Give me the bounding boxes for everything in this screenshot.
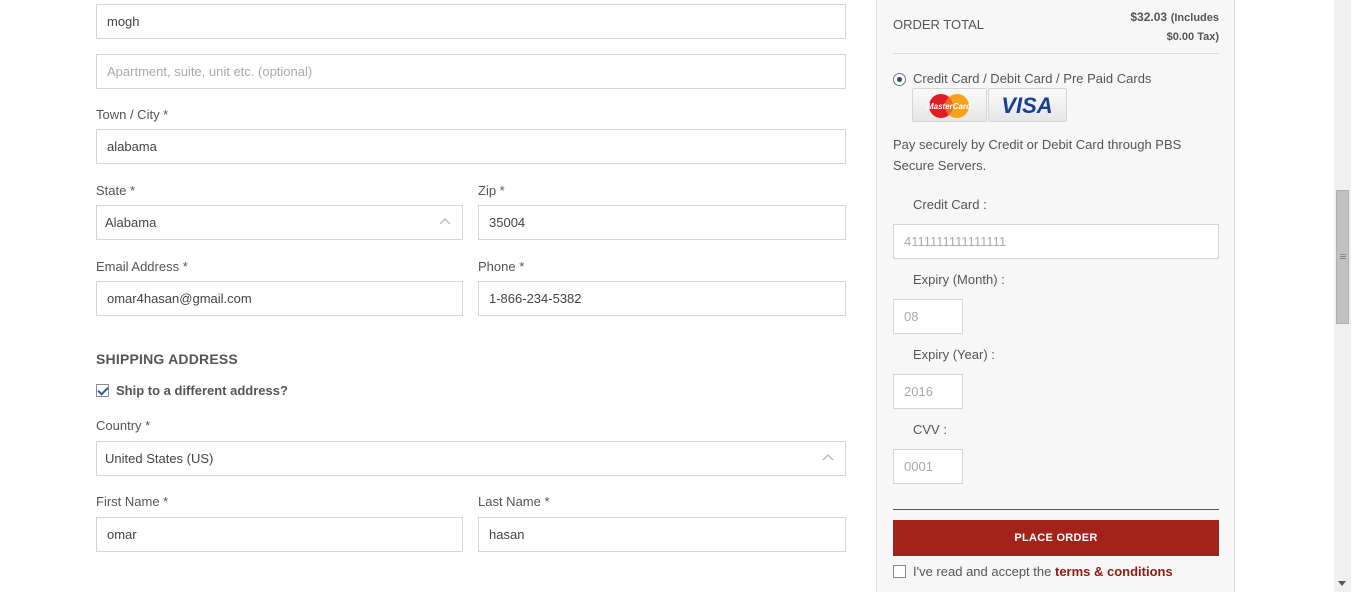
terms-checkbox[interactable] xyxy=(893,565,906,578)
visa-logo-text: VISA xyxy=(1001,93,1052,118)
visa-logo: VISA xyxy=(988,88,1067,122)
order-total-label: ORDER TOTAL xyxy=(893,17,985,32)
state-label: State * xyxy=(96,183,136,198)
city-label: Town / City * xyxy=(96,107,169,122)
state-select-value: Alabama xyxy=(105,215,157,230)
zip-label: Zip * xyxy=(478,183,505,198)
chevron-up-icon xyxy=(822,454,834,461)
ship-different-label[interactable]: Ship to a different address? xyxy=(116,383,288,398)
payment-method-label[interactable]: Credit Card / Debit Card / Pre Paid Card… xyxy=(913,71,1151,86)
mastercard-logo: MasterCard xyxy=(912,88,987,122)
phone-input[interactable]: 1-866-234-5382 xyxy=(478,281,846,316)
shipping-address-heading: SHIPPING ADDRESS xyxy=(96,351,238,367)
ship-different-checkbox[interactable] xyxy=(96,384,109,397)
address-line2-input[interactable]: Apartment, suite, unit etc. (optional) xyxy=(96,54,846,89)
scroll-down-arrow-icon[interactable] xyxy=(1338,581,1346,586)
window-edge xyxy=(1351,0,1366,592)
email-label: Email Address * xyxy=(96,259,188,274)
visa-icon: VISA xyxy=(1001,93,1052,118)
order-total-includes: (Includes xyxy=(1170,12,1219,24)
place-order-divider xyxy=(893,509,1219,510)
cvv-label: CVV : xyxy=(913,422,947,437)
first-name-input[interactable]: omar xyxy=(96,517,463,552)
chevron-up-icon xyxy=(439,218,451,225)
order-total-tax: $0.00 Tax) xyxy=(1166,31,1219,43)
phone-label: Phone * xyxy=(478,259,525,274)
credit-card-label: Credit Card : xyxy=(913,197,987,212)
expiry-month-label: Expiry (Month) : xyxy=(913,272,1005,287)
last-name-label: Last Name * xyxy=(478,494,550,509)
order-total-amount: $32.03 (Includes $0.00 Tax) xyxy=(1080,8,1219,46)
scroll-grip-icon xyxy=(1340,254,1346,255)
mastercard-icon: MasterCard xyxy=(927,94,972,118)
last-name-input[interactable]: hasan xyxy=(478,517,846,552)
payment-method-radio[interactable] xyxy=(893,73,906,86)
expiry-month-input[interactable]: 08 xyxy=(893,299,963,334)
mastercard-logo-text: MasterCard xyxy=(927,102,972,111)
credit-card-input[interactable]: 4111111111111111 xyxy=(893,224,1219,259)
payment-description: Pay securely by Credit or Debit Card thr… xyxy=(893,137,1182,173)
state-select[interactable]: Alabama xyxy=(96,205,463,240)
country-select[interactable]: United States (US) xyxy=(96,441,846,476)
city-input[interactable]: alabama xyxy=(96,129,846,164)
expiry-year-input[interactable]: 2016 xyxy=(893,374,963,409)
order-total-value: $32.03 xyxy=(1130,10,1168,24)
address-line1-input[interactable]: mogh xyxy=(96,4,846,39)
cvv-input[interactable]: 0001 xyxy=(893,449,963,484)
first-name-label: First Name * xyxy=(96,494,169,509)
terms-link[interactable]: terms & conditions xyxy=(1055,564,1173,579)
terms-prefix: I've read and accept the xyxy=(913,564,1052,579)
order-total-divider xyxy=(893,53,1219,54)
email-input[interactable]: omar4hasan@gmail.com xyxy=(96,281,463,316)
zip-input[interactable]: 35004 xyxy=(478,205,846,240)
expiry-year-label: Expiry (Year) : xyxy=(913,347,995,362)
place-order-button[interactable]: PLACE ORDER xyxy=(893,520,1219,556)
terms-text: I've read and accept the terms & conditi… xyxy=(913,564,1173,579)
country-select-value: United States (US) xyxy=(105,451,214,466)
scrollbar-thumb[interactable] xyxy=(1336,190,1349,324)
country-label: Country * xyxy=(96,418,151,433)
